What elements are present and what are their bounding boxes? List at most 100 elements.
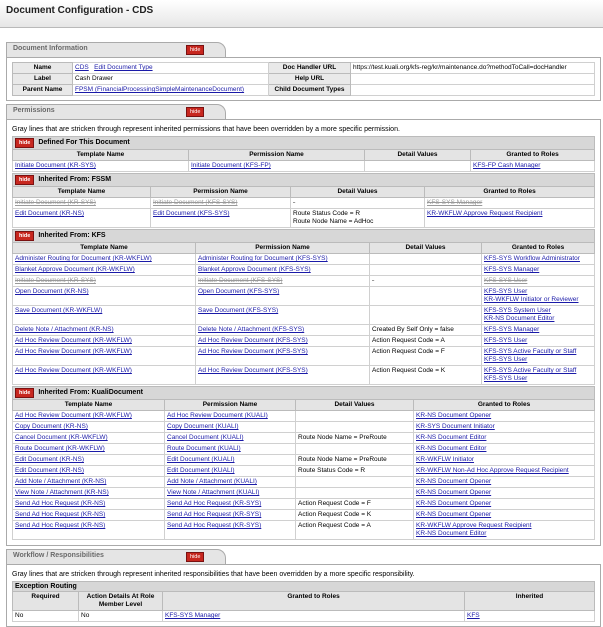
kuali-cell-3[interactable]: KR-WKFLW Non-Ad Hoc Approve Request Reci… — [413, 465, 595, 477]
kuali-cell-2 — [295, 487, 414, 499]
doc-info-table: Name CDS Edit Document Type Doc Handler … — [12, 62, 595, 96]
doc-info-hide-button[interactable]: hide — [186, 45, 205, 55]
kuali-cell-1[interactable]: Edit Document (KUALI) — [164, 465, 296, 477]
kuali-row: Send Ad Hoc Request (KR-NS) Send Ad Hoc R… — [12, 520, 595, 540]
kuali-cell-1[interactable]: Send Ad Hoc Request (KR-SYS) — [164, 509, 296, 521]
fssm-cell-0[interactable]: Initiate Document (KR-SYS) — [12, 197, 151, 209]
kfs-cell-1[interactable]: Blanket Approve Document (KFS-SYS) — [195, 264, 370, 276]
kfs-cell-0[interactable]: Blanket Approve Document (KR-WKFLW) — [12, 264, 196, 276]
kfs-cell-3[interactable]: KFS-SYS User — [481, 275, 595, 287]
kuali-cell-0[interactable]: Send Ad Hoc Request (KR-NS) — [12, 520, 165, 540]
kuali-cell-0[interactable]: Copy Document (KR-NS) — [12, 421, 165, 433]
kuali-cell-0[interactable]: Add Note / Attachment (KR-NS) — [12, 476, 165, 488]
kfs-cell-1[interactable]: Save Document (KFS-SYS) — [195, 305, 370, 325]
kuali-cell-3[interactable]: KR-NS Document Opener — [413, 410, 595, 422]
kuali-cell-3[interactable]: KR-WKFLW Initiator — [413, 454, 595, 466]
kfs-cell-0[interactable]: Open Document (KR-NS) — [12, 286, 196, 306]
fssm-cell-1[interactable]: Initiate Document (KFS-SYS) — [150, 197, 291, 209]
kfs-row: Administer Routing for Document (KR-WKFL… — [12, 253, 595, 265]
workflow-cell-2[interactable]: KFS-SYS Manager — [162, 610, 465, 622]
kfs-row: Ad Hoc Review Document (KR-WKFLW) Ad Hoc … — [12, 365, 595, 385]
kfs-cell-3[interactable]: KFS-SYS Workflow Administrator — [481, 253, 595, 265]
doc-type-code-link[interactable]: CDS — [75, 64, 89, 71]
kfs-cell-0[interactable]: Administer Routing for Document (KR-WKFL… — [12, 253, 196, 265]
defined-hide-button[interactable]: hide — [15, 138, 35, 148]
fssm-cell-2: Route Status Code = R Route Node Name = A… — [290, 208, 425, 228]
exception-routing-table: Required Action Details At Role Member Le… — [12, 591, 595, 622]
defined-header-1: Permission Name — [188, 149, 365, 161]
kfs-cell-0[interactable]: Initiate Document (KR-SYS) — [12, 275, 196, 287]
kfs-cell-3[interactable]: KFS-SYS User — [481, 335, 595, 347]
kfs-cell-3[interactable]: KFS-SYS User KR-WKFLW Initiator or Review… — [481, 286, 595, 306]
kfs-cell-1[interactable]: Ad Hoc Review Document (KFS-SYS) — [195, 335, 370, 347]
kuali-cell-0[interactable]: View Note / Attachment (KR-NS) — [12, 487, 165, 499]
workflow-cell-3[interactable]: KFS — [464, 610, 595, 622]
defined-cell-0[interactable]: Initiate Document (KR-SYS) — [12, 160, 189, 172]
kuali-cell-1[interactable]: Ad Hoc Review Document (KUALI) — [164, 410, 296, 422]
name-label: Name — [12, 62, 73, 74]
kuali-cell-1[interactable]: Edit Document (KUALI) — [164, 454, 296, 466]
kuali-cell-0[interactable]: Ad Hoc Review Document (KR-WKFLW) — [12, 410, 165, 422]
fssm-cell-1[interactable]: Edit Document (KFS-SYS) — [150, 208, 291, 228]
label-value: Cash Drawer — [72, 73, 269, 85]
kfs-cell-1[interactable]: Delete Note / Attachment (KFS-SYS) — [195, 324, 370, 336]
kfs-cell-1[interactable]: Administer Routing for Document (KFS-SYS… — [195, 253, 370, 265]
kfs-cell-0[interactable]: Delete Note / Attachment (KR-NS) — [12, 324, 196, 336]
kfs-hide-button[interactable]: hide — [15, 231, 35, 241]
kuali-cell-3[interactable]: KR-NS Document Editor — [413, 432, 595, 444]
defined-header-2: Detail Values — [364, 149, 471, 161]
kuali-cell-3[interactable]: KR-NS Document Opener — [413, 487, 595, 499]
fssm-cell-0[interactable]: Edit Document (KR-NS) — [12, 208, 151, 228]
defined-cell-3[interactable]: KFS-FP Cash Manager — [470, 160, 595, 172]
kfs-cell-3[interactable]: KFS-SYS Active Faculty or Staff KFS-SYS U… — [481, 346, 595, 366]
document-information-panel: Document Information hide Name CDS Edit … — [6, 42, 601, 101]
kfs-cell-0[interactable]: Ad Hoc Review Document (KR-WKFLW) — [12, 365, 196, 385]
kuali-cell-2: Route Node Name = PreRoute — [295, 432, 414, 444]
kuali-cell-3[interactable]: KR-WKFLW Approve Request Recipient KR-NS … — [413, 520, 595, 540]
kuali-row: Send Ad Hoc Request (KR-NS) Send Ad Hoc R… — [12, 509, 595, 521]
kuali-cell-3[interactable]: KR-SYS Document Initiator — [413, 421, 595, 433]
kuali-cell-1[interactable]: Route Document (KUALI) — [164, 443, 296, 455]
kuali-cell-3[interactable]: KR-NS Document Editor — [413, 443, 595, 455]
edit-document-type-link[interactable]: Edit Document Type — [94, 64, 152, 71]
workflow-hide-button[interactable]: hide — [186, 552, 205, 562]
kfs-cell-0[interactable]: Save Document (KR-WKFLW) — [12, 305, 196, 325]
fssm-cell-3[interactable]: KR-WKFLW Approve Request Recipient — [424, 208, 595, 228]
kuali-cell-3[interactable]: KR-NS Document Opener — [413, 509, 595, 521]
kfs-cell-3[interactable]: KFS-SYS Manager — [481, 324, 595, 336]
defined-cell-1[interactable]: Initiate Document (KFS-FP) — [188, 160, 365, 172]
kuali-cell-0[interactable]: Send Ad Hoc Request (KR-NS) — [12, 498, 165, 510]
kuali-hide-button[interactable]: hide — [15, 388, 35, 398]
kuali-cell-0[interactable]: Cancel Document (KR-WKFLW) — [12, 432, 165, 444]
kfs-cell-1[interactable]: Open Document (KFS-SYS) — [195, 286, 370, 306]
kfs-cell-3[interactable]: KFS-SYS System User KR-NS Document Editor — [481, 305, 595, 325]
kfs-cell-3[interactable]: KFS-SYS Active Faculty or Staff KFS-SYS U… — [481, 365, 595, 385]
kuali-cell-1[interactable]: View Note / Attachment (KUALI) — [164, 487, 296, 499]
kuali-cell-0[interactable]: Edit Document (KR-NS) — [12, 454, 165, 466]
kuali-cell-3[interactable]: KR-NS Document Opener — [413, 476, 595, 488]
kfs-cell-1[interactable]: Ad Hoc Review Document (KFS-SYS) — [195, 365, 370, 385]
kuali-cell-1[interactable]: Send Ad Hoc Request (KR-SYS) — [164, 498, 296, 510]
permissions-hide-button[interactable]: hide — [186, 107, 205, 117]
kuali-cell-1[interactable]: Send Ad Hoc Request (KR-SYS) — [164, 520, 296, 540]
kfs-cell-1[interactable]: Initiate Document (KFS-SYS) — [195, 275, 370, 287]
doc-handler-label: Doc Handler URL — [268, 62, 351, 74]
fssm-hide-button[interactable]: hide — [15, 175, 35, 185]
kfs-cell-1[interactable]: Ad Hoc Review Document (KFS-SYS) — [195, 346, 370, 366]
kuali-cell-0[interactable]: Route Document (KR-WKFLW) — [12, 443, 165, 455]
kfs-cell-0[interactable]: Ad Hoc Review Document (KR-WKFLW) — [12, 335, 196, 347]
fssm-group: hide Inherited From: FSSM Template Name Pe… — [12, 173, 595, 228]
kuali-cell-0[interactable]: Edit Document (KR-NS) — [12, 465, 165, 477]
kuali-cell-1[interactable]: Add Note / Attachment (KUALI) — [164, 476, 296, 488]
kfs-cell-3[interactable]: KFS-SYS Manager — [481, 264, 595, 276]
parent-name-link[interactable]: FPSM (FinancialProcessingSimpleMaintenan… — [75, 86, 244, 93]
kfs-cell-0[interactable]: Ad Hoc Review Document (KR-WKFLW) — [12, 346, 196, 366]
kuali-cell-3[interactable]: KR-NS Document Opener — [413, 498, 595, 510]
kuali-cell-1[interactable]: Copy Document (KUALI) — [164, 421, 296, 433]
fssm-cell-3[interactable]: KFS-SYS Manager — [424, 197, 595, 209]
kuali-cell-0[interactable]: Send Ad Hoc Request (KR-NS) — [12, 509, 165, 521]
kfs-row: Initiate Document (KR-SYS) Initiate Docum… — [12, 275, 595, 287]
page-title: Document Configuration - CDS — [6, 5, 154, 16]
kuali-cell-1[interactable]: Cancel Document (KUALI) — [164, 432, 296, 444]
kfs-row: Blanket Approve Document (KR-WKFLW) Blank… — [12, 264, 595, 276]
